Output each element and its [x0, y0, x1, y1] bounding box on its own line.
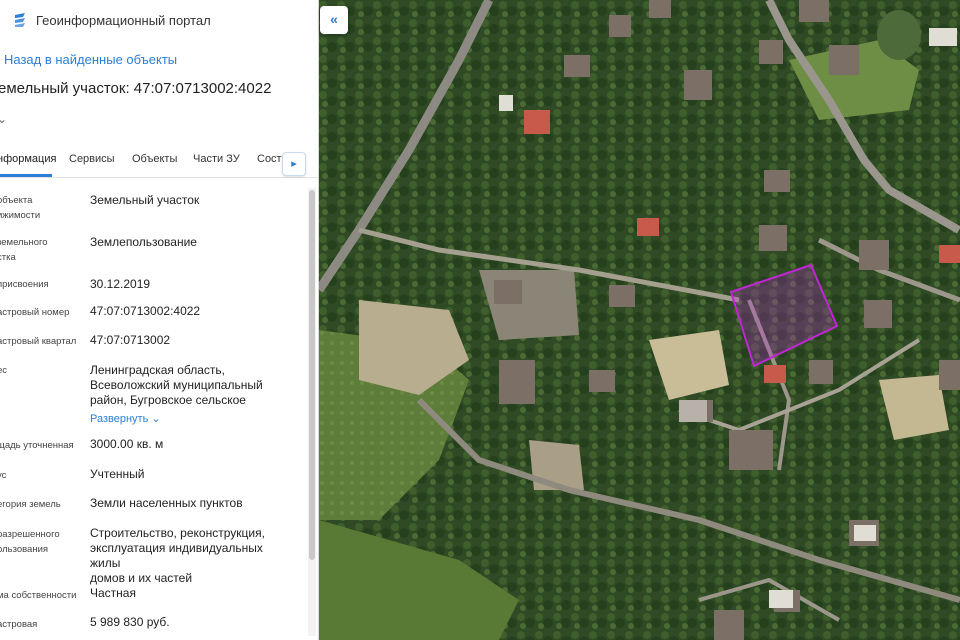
tab-parts[interactable]: Части ЗУ [193, 153, 240, 165]
tabs-scroll-right-button[interactable]: ▸ [282, 152, 306, 176]
info-panel: Геоинформационный портал Назад в найденн… [0, 0, 319, 640]
back-to-results-link[interactable]: Назад в найденные объекты [4, 52, 177, 67]
ownership-value: Частная [90, 586, 136, 600]
cadastral-number: 47:07:0713002:4022 [90, 304, 201, 318]
detail-label: ус [0, 470, 7, 481]
status-value: Учтенный [90, 467, 145, 481]
detail-label: щадь уточненная [0, 440, 74, 451]
page-title: емельный участок: 47:07:0713002:4022 [0, 80, 272, 97]
expand-address-link[interactable]: Развернуть ⌄ [90, 412, 161, 425]
detail-label: земельного стка [0, 237, 48, 263]
detail-value: Землепользование [90, 235, 197, 249]
tab-info[interactable]: нформация [0, 153, 56, 165]
land-category-value: Земли населенных пунктов [90, 496, 243, 510]
address-value: Ленинградская область, Всеволожский муни… [90, 363, 263, 407]
detail-label: присвоения [0, 279, 49, 290]
detail-label: объекта ижимости [0, 195, 41, 221]
tab-objects[interactable]: Объекты [132, 153, 177, 165]
detail-value: 30.12.2019 [90, 277, 151, 291]
chevron-down-icon: ⌄ [151, 413, 161, 425]
detail-label: ма собственности [0, 590, 77, 601]
detail-value: Земельный участок [90, 193, 200, 207]
double-chevron-left-icon: « [330, 11, 338, 27]
permitted-use-value: Строительство, реконструкция, эксплуатац… [90, 526, 265, 585]
tab-overflow-fade [304, 150, 314, 176]
tab-bar: нформация Сервисы Объекты Части ЗУ Соста [0, 145, 318, 178]
tab-services[interactable]: Сервисы [69, 153, 115, 165]
area-value: 3000.00 кв. м [90, 437, 164, 451]
detail-label: ес [0, 365, 8, 376]
detail-label: разрешенного ользования [0, 529, 60, 555]
active-tab-indicator [0, 174, 52, 177]
collapse-panel-button[interactable]: « [320, 6, 348, 34]
portal-title: Геоинформационный портал [36, 13, 211, 28]
detail-label: астровая [0, 619, 38, 630]
detail-label: егория земель [0, 499, 61, 510]
cadastral-block: 47:07:0713002 [90, 333, 171, 347]
panel-header: Геоинформационный портал [0, 0, 318, 42]
satellite-map[interactable] [319, 0, 960, 640]
detail-label: астровый квартал [0, 336, 77, 347]
detail-label: астровый номер [0, 307, 70, 318]
satellite-imagery [319, 0, 960, 640]
cadastral-value: 5 989 830 руб. [90, 615, 170, 629]
stacked-layers-icon [15, 13, 25, 27]
scrollbar-thumb[interactable] [309, 190, 315, 560]
expand-label: Развернуть [90, 413, 149, 425]
chevron-down-icon[interactable]: ⌄ [0, 112, 7, 126]
